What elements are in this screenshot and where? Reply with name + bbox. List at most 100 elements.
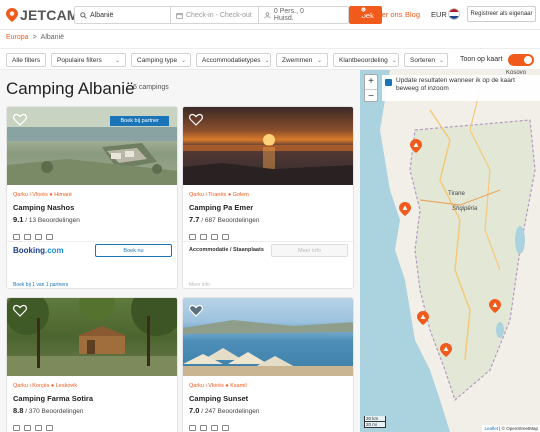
search-icon <box>80 11 87 19</box>
rating-reviews: / 13 Beoordelingen <box>25 217 80 224</box>
chevron-down-icon: ⌄ <box>391 57 397 64</box>
booking-logo-main: Booking <box>13 246 45 255</box>
favorite-heart-icon[interactable] <box>189 304 203 317</box>
cabin-icon <box>211 425 218 431</box>
osm-attribution[interactable]: | © OpenStreetMap <box>499 426 538 431</box>
search-bar: Albanië Check-in - Check-out 0 Pers., 0 … <box>74 6 382 24</box>
campsite-photo[interactable] <box>7 298 177 376</box>
page-title: Camping Albanië <box>6 79 135 98</box>
sort-dropdown[interactable]: Sorteren ⌄ <box>404 53 448 67</box>
favorite-heart-icon[interactable] <box>189 113 203 126</box>
dates-field[interactable]: Check-in - Check-out <box>171 7 259 23</box>
map-attribution: Leaflet | © OpenStreetMap <box>482 425 540 432</box>
favorites-count: 0 <box>363 8 365 12</box>
zoom-control: + − <box>364 74 378 102</box>
rating-reviews: / 687 Beoordelingen <box>201 217 260 224</box>
map-panel[interactable]: Kosovo Tirane Shqipëria + − Update resul… <box>360 70 540 432</box>
more-info-link[interactable]: Meer info <box>189 282 210 288</box>
swimming-dropdown[interactable]: Zwemmen ⌄ <box>276 53 328 67</box>
amenity-icons <box>13 234 53 240</box>
favorites-heart-icon[interactable]: 0 <box>352 7 366 21</box>
campsite-rating: 7.7 / 687 Beoordelingen <box>189 215 259 224</box>
result-count: 6 campings <box>133 84 169 91</box>
map-label-shqiperia: Shqipëria <box>452 206 478 212</box>
dutch-flag-icon[interactable] <box>448 8 460 20</box>
nav-blog-link[interactable]: Blog <box>405 10 420 19</box>
zoom-out-button[interactable]: − <box>365 89 377 103</box>
sort-label: Sorteren <box>410 56 435 64</box>
cabin-icon <box>35 425 42 431</box>
register-owner-button[interactable]: Registreer als eigenaar <box>467 6 536 22</box>
tent-icon <box>13 425 20 431</box>
nav-about-link[interactable]: Over ons <box>372 10 402 19</box>
campsite-rating: 7.0 / 247 Beoordelingen <box>189 406 259 415</box>
location-field[interactable]: Albanië <box>75 7 171 23</box>
map-toggle-switch[interactable] <box>508 54 534 66</box>
map-background <box>360 70 540 432</box>
camping-type-dropdown[interactable]: Camping type ⌄ <box>131 53 191 67</box>
chevron-down-icon: ⌄ <box>264 57 270 64</box>
update-checkbox[interactable] <box>385 79 392 86</box>
favorite-heart-icon[interactable] <box>13 113 27 126</box>
campsite-name[interactable]: Camping Farma Sotira <box>13 394 93 403</box>
map-pin-icon <box>6 8 18 22</box>
location-value: Albanië <box>90 11 114 19</box>
tent-icon <box>189 234 196 240</box>
photo-scene <box>7 298 177 376</box>
campsite-map-pin[interactable] <box>440 343 452 357</box>
campsite-map-pin[interactable] <box>417 311 429 325</box>
scale-mi: 20 mi <box>364 422 386 428</box>
campsite-location: Qarku i Tiranës ● Golem <box>189 192 249 198</box>
caravan-icon <box>200 234 207 240</box>
campsite-map-pin[interactable] <box>399 202 411 216</box>
breadcrumb-separator: > <box>32 34 37 41</box>
campsite-card[interactable]: Qarku i Korçës ● Leskovik Camping Farma … <box>6 297 178 432</box>
campsite-card[interactable]: Qarku i Tiranës ● Golem Camping Pa Emer … <box>182 106 354 289</box>
chevron-down-icon: ⌄ <box>114 57 120 64</box>
popular-filters-dropdown[interactable]: Populaire filters ⌄ <box>51 53 126 67</box>
accommodation-types-label: Accommodatietypes <box>202 56 261 64</box>
campsite-location: Qarku i Vlorës ● Ksamil <box>189 383 247 389</box>
customer-rating-label: Klantbeoordeling <box>339 56 388 64</box>
campsite-photo[interactable]: Boek bij partner <box>7 107 177 185</box>
amenity-icons <box>189 425 229 431</box>
campsite-name[interactable]: Camping Sunset <box>189 394 248 403</box>
customer-rating-dropdown[interactable]: Klantbeoordeling ⌄ <box>333 53 399 67</box>
guests-value: 0 Pers., 0 Huisd. <box>273 8 304 22</box>
top-bar: JETCAMP Albanië Check-in - Check-out 0 P… <box>0 0 540 30</box>
swimming-label: Zwemmen <box>282 56 313 64</box>
campsite-photo[interactable] <box>183 107 353 185</box>
campsite-card[interactable]: Qarku i Vlorës ● Ksamil Camping Sunset 7… <box>182 297 354 432</box>
breadcrumb: Europa > Albanië <box>6 34 64 41</box>
card-divider <box>7 241 177 242</box>
book-now-button[interactable]: Boek nu <box>95 244 172 257</box>
favorite-heart-icon[interactable] <box>13 304 27 317</box>
campsite-photo[interactable] <box>183 298 353 376</box>
campsite-map-pin[interactable] <box>410 139 422 153</box>
cabin-icon <box>35 234 42 240</box>
rating-reviews: / 370 Beoordelingen <box>25 408 84 415</box>
campsite-name[interactable]: Camping Pa Emer <box>189 203 253 212</box>
zoom-in-button[interactable]: + <box>365 75 377 89</box>
accommodation-types-dropdown[interactable]: Accommodatietypes ⌄ <box>196 53 271 67</box>
currency-selector[interactable]: EUR <box>431 10 447 19</box>
partners-link[interactable]: Boek bij 1 van 1 partners <box>13 282 68 288</box>
wifi-icon <box>46 425 53 431</box>
chevron-down-icon: ⌄ <box>181 57 187 64</box>
calendar-icon <box>176 12 183 19</box>
campsite-name[interactable]: Camping Nashos <box>13 203 74 212</box>
update-on-move-option[interactable]: Update resultaten wanneer ik op de kaart… <box>382 75 540 101</box>
more-info-button[interactable]: Meer info <box>271 244 348 257</box>
guests-field[interactable]: 0 Pers., 0 Huisd. <box>259 7 330 23</box>
photo-scene <box>183 134 353 185</box>
rating-score: 9.1 <box>13 215 24 224</box>
photo-scene <box>183 320 353 376</box>
partner-tag: Boek bij partner <box>110 116 169 126</box>
wifi-icon <box>222 234 229 240</box>
campsite-map-pin[interactable] <box>489 299 501 313</box>
campsite-location: Qarku i Korçës ● Leskovik <box>13 383 78 389</box>
all-filters-button[interactable]: Alle filters <box>6 53 46 67</box>
breadcrumb-europa[interactable]: Europa <box>6 34 29 41</box>
campsite-card[interactable]: Boek bij partner Qarku i Vlorës ● Himarë… <box>6 106 178 289</box>
leaflet-link[interactable]: Leaflet <box>484 426 498 431</box>
